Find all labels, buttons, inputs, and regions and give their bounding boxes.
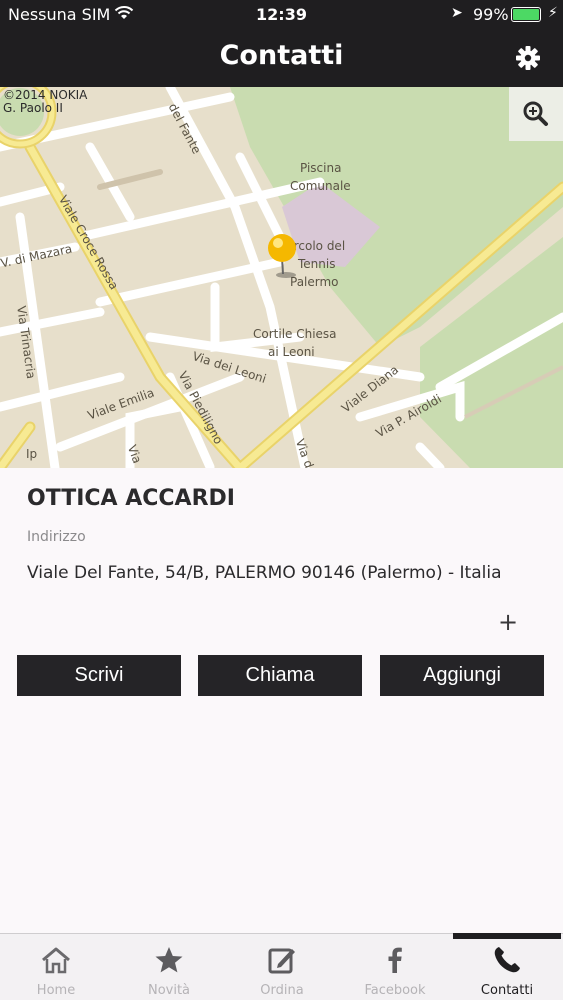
- tab-label: Contatti: [480, 983, 534, 998]
- star-icon: [155, 947, 183, 973]
- location-arrow-icon: ➤: [451, 5, 463, 21]
- magnifier-plus-icon: [523, 101, 548, 126]
- map-label-ip: Ip: [26, 447, 38, 461]
- map-view[interactable]: ©2014 NOKIA G. Paolo II del Fante Piscin…: [0, 87, 563, 468]
- write-button[interactable]: Scrivi: [17, 655, 181, 696]
- nav-bar: Contatti: [0, 30, 563, 87]
- map-label-leoni-place: ai Leoni: [268, 345, 315, 359]
- map-label-tennis: Tennis: [298, 257, 336, 271]
- tab-bar: Home Novità Ordina Facebook Contatti: [0, 933, 563, 1000]
- battery-level: [513, 9, 539, 20]
- map-label-comunale: Comunale: [290, 179, 351, 193]
- edit-icon: [268, 948, 295, 974]
- tab-label: Ordina: [260, 983, 304, 998]
- address-value: Viale Del Fante, 54/B, PALERMO 90146 (Pa…: [27, 563, 502, 583]
- map-zoom-button[interactable]: [509, 87, 563, 141]
- map-label-piscina: Piscina: [300, 161, 342, 175]
- tab-label: Home: [36, 983, 76, 998]
- tab-label: Novità: [147, 983, 191, 998]
- action-buttons: Scrivi Chiama Aggiungi: [0, 655, 563, 696]
- battery-icon: [511, 7, 541, 22]
- page-title: Contatti: [219, 40, 344, 71]
- status-bar: Nessuna SIM 12:39 ➤ 99% ⚡: [0, 0, 563, 30]
- tab-order[interactable]: Ordina: [226, 934, 338, 1000]
- tab-label: Facebook: [364, 983, 426, 998]
- map-label-cortile: Cortile Chiesa: [253, 327, 337, 341]
- tab-news[interactable]: Novità: [113, 934, 225, 1000]
- add-contact-button[interactable]: Aggiungi: [380, 655, 544, 696]
- call-button[interactable]: Chiama: [198, 655, 362, 696]
- map-copyright: ©2014 NOKIA G. Paolo II: [3, 88, 88, 115]
- tab-home[interactable]: Home: [0, 934, 112, 1000]
- map-pin-icon[interactable]: [264, 233, 300, 279]
- home-icon: [42, 947, 70, 974]
- facebook-icon: [388, 947, 402, 973]
- tab-facebook[interactable]: Facebook: [339, 934, 451, 1000]
- tab-contacts[interactable]: Contatti: [451, 934, 563, 1000]
- expand-button[interactable]: +: [498, 608, 518, 636]
- phone-icon: [494, 947, 520, 973]
- address-label: Indirizzo: [27, 529, 86, 545]
- store-name: OTTICA ACCARDI: [27, 486, 235, 511]
- battery-percentage: 99%: [473, 5, 509, 24]
- charging-bolt-icon: ⚡: [548, 5, 558, 21]
- gear-icon[interactable]: [512, 42, 544, 74]
